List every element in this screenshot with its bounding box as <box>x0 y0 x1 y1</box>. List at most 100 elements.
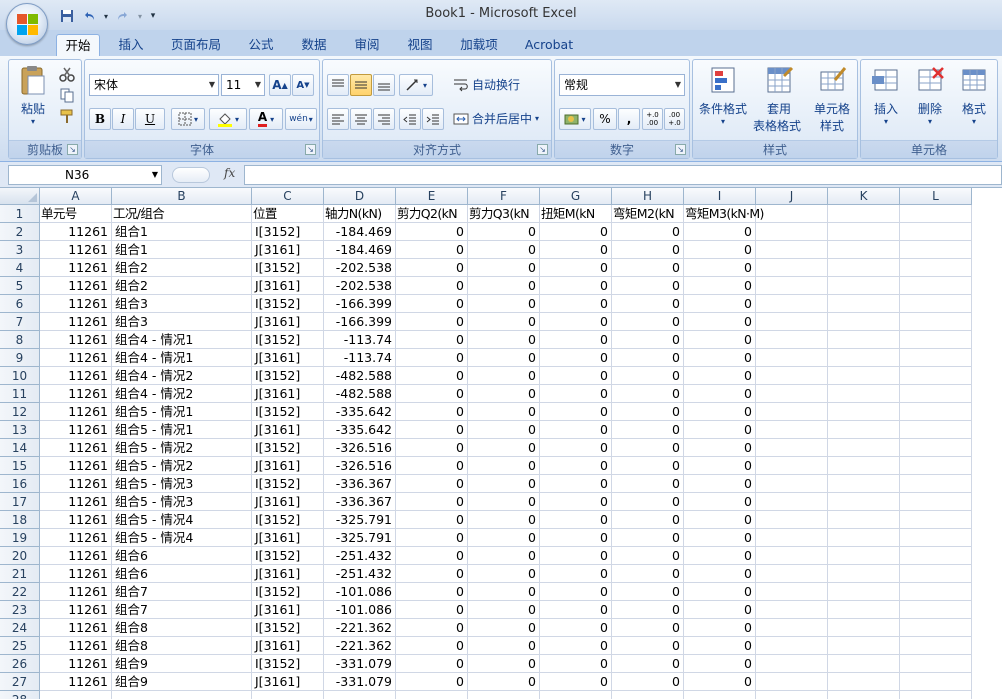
align-left-button[interactable] <box>327 108 349 130</box>
empty-cell[interactable] <box>112 691 252 699</box>
table-cell[interactable]: 0 <box>684 313 756 331</box>
table-cell[interactable]: 0 <box>468 601 540 619</box>
row-header[interactable]: 24 <box>0 619 40 637</box>
header-cell[interactable]: 剪力Q3(kN <box>468 205 540 223</box>
empty-cell[interactable] <box>900 547 972 565</box>
table-cell[interactable]: 11261 <box>40 619 112 637</box>
table-cell[interactable]: 0 <box>396 277 468 295</box>
table-cell[interactable]: 0 <box>468 457 540 475</box>
table-cell[interactable]: 0 <box>540 313 612 331</box>
table-cell[interactable]: 组合5 - 情况4 <box>112 511 252 529</box>
table-cell[interactable]: -221.362 <box>324 637 396 655</box>
delete-cells-button[interactable]: 删除 ▾ <box>909 64 951 126</box>
table-cell[interactable]: 0 <box>540 637 612 655</box>
row-header[interactable]: 14 <box>0 439 40 457</box>
table-cell[interactable]: 0 <box>396 529 468 547</box>
table-cell[interactable]: 0 <box>468 619 540 637</box>
table-cell[interactable]: 0 <box>396 331 468 349</box>
table-cell[interactable]: 11261 <box>40 601 112 619</box>
empty-cell[interactable] <box>828 259 900 277</box>
table-cell[interactable]: -202.538 <box>324 259 396 277</box>
empty-cell[interactable] <box>612 691 684 699</box>
empty-cell[interactable] <box>900 349 972 367</box>
table-cell[interactable]: 0 <box>612 619 684 637</box>
empty-cell[interactable] <box>756 601 828 619</box>
column-header-d[interactable]: D <box>324 188 396 205</box>
table-cell[interactable]: 0 <box>684 403 756 421</box>
table-cell[interactable]: 0 <box>468 493 540 511</box>
table-cell[interactable]: 11261 <box>40 421 112 439</box>
table-cell[interactable]: 组合5 - 情况2 <box>112 457 252 475</box>
table-cell[interactable]: -113.74 <box>324 349 396 367</box>
table-cell[interactable]: I[3152] <box>252 439 324 457</box>
table-cell[interactable]: J[3161] <box>252 529 324 547</box>
row-header[interactable]: 5 <box>0 277 40 295</box>
accounting-format-button[interactable]: ▾ <box>559 108 591 130</box>
empty-cell[interactable] <box>756 529 828 547</box>
empty-cell[interactable] <box>828 295 900 313</box>
column-header-c[interactable]: C <box>252 188 324 205</box>
table-cell[interactable]: 0 <box>612 421 684 439</box>
empty-cell[interactable] <box>828 511 900 529</box>
table-cell[interactable]: 0 <box>684 259 756 277</box>
empty-cell[interactable] <box>40 691 112 699</box>
table-cell[interactable]: 0 <box>684 493 756 511</box>
table-cell[interactable]: 0 <box>396 655 468 673</box>
row-header[interactable]: 9 <box>0 349 40 367</box>
empty-cell[interactable] <box>684 691 756 699</box>
table-cell[interactable]: 0 <box>468 403 540 421</box>
table-cell[interactable]: 0 <box>396 403 468 421</box>
table-cell[interactable]: 组合1 <box>112 223 252 241</box>
table-cell[interactable]: 0 <box>684 619 756 637</box>
row-header[interactable]: 4 <box>0 259 40 277</box>
grow-font-button[interactable]: A ▲ <box>269 74 291 96</box>
table-cell[interactable]: 11261 <box>40 331 112 349</box>
empty-cell[interactable] <box>900 367 972 385</box>
row-header[interactable]: 18 <box>0 511 40 529</box>
table-cell[interactable]: 0 <box>684 439 756 457</box>
header-cell[interactable]: 弯矩M2(kN <box>612 205 684 223</box>
column-header-i[interactable]: I <box>684 188 756 205</box>
column-header-l[interactable]: L <box>900 188 972 205</box>
table-cell[interactable]: 0 <box>396 619 468 637</box>
table-cell[interactable]: 0 <box>612 565 684 583</box>
align-bottom-button[interactable] <box>373 74 395 96</box>
empty-cell[interactable] <box>756 655 828 673</box>
empty-cell[interactable] <box>828 655 900 673</box>
table-cell[interactable]: -101.086 <box>324 601 396 619</box>
row-header[interactable]: 20 <box>0 547 40 565</box>
table-cell[interactable]: I[3152] <box>252 511 324 529</box>
table-cell[interactable]: 11261 <box>40 637 112 655</box>
empty-cell[interactable] <box>900 511 972 529</box>
align-top-button[interactable] <box>327 74 349 96</box>
table-cell[interactable]: I[3152] <box>252 583 324 601</box>
table-cell[interactable]: 0 <box>540 295 612 313</box>
empty-cell[interactable] <box>828 529 900 547</box>
table-cell[interactable]: 11261 <box>40 313 112 331</box>
table-cell[interactable]: 11261 <box>40 403 112 421</box>
row-header[interactable]: 25 <box>0 637 40 655</box>
table-cell[interactable]: 0 <box>468 385 540 403</box>
empty-cell[interactable] <box>252 691 324 699</box>
table-cell[interactable]: 0 <box>612 259 684 277</box>
alignment-launcher-icon[interactable]: ↘ <box>537 144 548 155</box>
table-cell[interactable]: J[3161] <box>252 385 324 403</box>
table-cell[interactable]: I[3152] <box>252 367 324 385</box>
table-cell[interactable]: 0 <box>396 241 468 259</box>
empty-cell[interactable] <box>756 349 828 367</box>
table-cell[interactable]: 0 <box>540 511 612 529</box>
column-header-e[interactable]: E <box>396 188 468 205</box>
table-cell[interactable]: 0 <box>612 313 684 331</box>
table-cell[interactable]: 组合7 <box>112 583 252 601</box>
table-cell[interactable]: 11261 <box>40 241 112 259</box>
table-cell[interactable]: -482.588 <box>324 367 396 385</box>
font-name-combo[interactable]: 宋体 ▼ <box>89 74 219 96</box>
table-cell[interactable]: 0 <box>612 277 684 295</box>
table-cell[interactable]: 组合4 - 情况2 <box>112 385 252 403</box>
empty-cell[interactable] <box>900 655 972 673</box>
header-cell[interactable]: 工况/组合 <box>112 205 252 223</box>
table-cell[interactable]: 0 <box>684 295 756 313</box>
empty-cell[interactable] <box>900 583 972 601</box>
table-cell[interactable]: 11261 <box>40 277 112 295</box>
table-cell[interactable]: 11261 <box>40 565 112 583</box>
